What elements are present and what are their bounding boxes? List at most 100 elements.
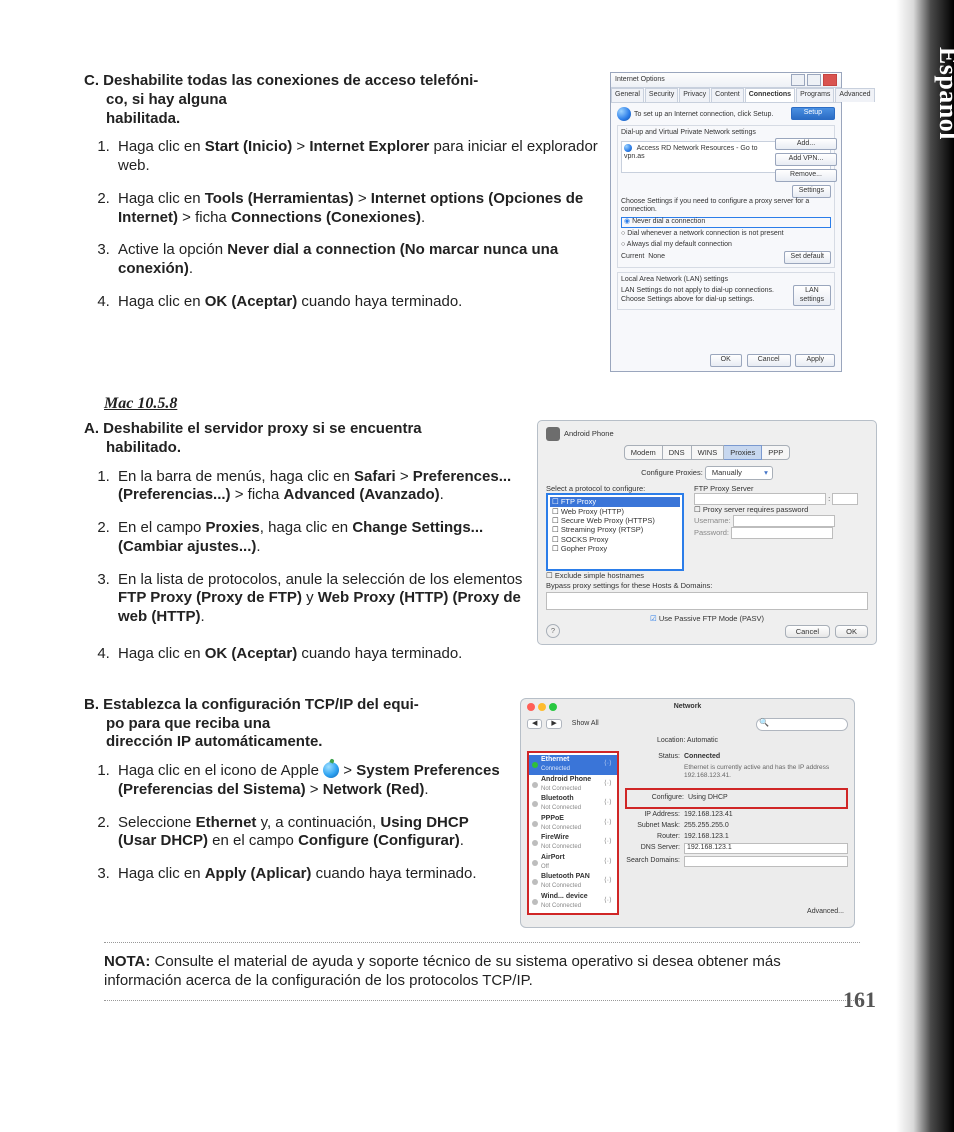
search-domains-input[interactable]	[684, 856, 848, 867]
tab-security[interactable]: Security	[645, 88, 678, 102]
protocol-socks[interactable]: SOCKS Proxy	[550, 535, 680, 544]
protocol-list[interactable]: FTP Proxy Web Proxy (HTTP) Secure Web Pr…	[546, 493, 684, 571]
radio-never-dial[interactable]: Never dial a connection	[621, 217, 831, 228]
ip-value: 192.168.123.41	[684, 811, 733, 820]
radio-always-dial[interactable]: Always dial my default connection	[621, 241, 831, 250]
list-a-item: En el campo Proxies, haga clic en Change…	[114, 519, 523, 557]
tab-content[interactable]: Content	[711, 88, 744, 102]
add-button[interactable]: Add...	[775, 138, 837, 151]
ip-label: IP Address:	[625, 811, 680, 820]
connection-icon	[624, 144, 632, 152]
configure-select[interactable]: Using DHCP	[688, 794, 844, 803]
service-list[interactable]: EthernetConnected⟨·⟩Android PhoneNot Con…	[527, 751, 619, 915]
show-all-button[interactable]: Show All	[566, 720, 605, 729]
status-led-icon	[532, 879, 538, 885]
radio-dial-when[interactable]: Dial whenever a network connection is no…	[621, 230, 831, 239]
protocol-list-label: Select a protocol to configure:	[546, 484, 684, 493]
mac-subheading: Mac 10.5.8	[104, 394, 886, 414]
service-row[interactable]: Bluetooth PANNot Connected⟨·⟩	[529, 872, 617, 892]
protocol-http[interactable]: Web Proxy (HTTP)	[550, 507, 680, 516]
section-a-letter: A.	[84, 420, 99, 437]
tab-connections[interactable]: Connections	[745, 88, 795, 102]
minimize-icon[interactable]	[791, 74, 805, 86]
requires-password-checkbox[interactable]: ☐ Proxy server requires password	[694, 505, 868, 514]
password-input[interactable]	[731, 527, 833, 539]
minimize-icon[interactable]	[538, 703, 546, 711]
service-row[interactable]: EthernetConnected⟨·⟩	[529, 755, 617, 775]
bypass-input[interactable]	[546, 592, 868, 610]
service-type-icon: ⟨·⟩	[604, 877, 614, 887]
protocol-https[interactable]: Secure Web Proxy (HTTPS)	[550, 516, 680, 525]
back-button[interactable]: ◀	[527, 719, 542, 730]
tab-modem[interactable]: Modem	[624, 445, 663, 460]
set-default-button[interactable]: Set default	[784, 251, 831, 264]
list-b: Haga clic en el icono de Apple > System …	[78, 762, 508, 884]
setup-text: To set up an Internet connection, click …	[634, 111, 773, 118]
help-icon[interactable]: ?	[546, 624, 560, 638]
tab-proxies[interactable]: Proxies	[724, 445, 762, 460]
apply-button[interactable]: Apply	[795, 354, 835, 367]
search-input[interactable]	[756, 718, 848, 731]
tab-dns[interactable]: DNS	[663, 445, 692, 460]
location-select[interactable]: Automatic	[687, 737, 718, 744]
setup-button[interactable]: Setup	[791, 107, 835, 120]
close-icon[interactable]	[527, 703, 535, 711]
network-title: Network	[521, 699, 854, 712]
choose-settings-text: Choose Settings if you need to configure…	[621, 198, 831, 216]
cancel-button[interactable]: Cancel	[785, 625, 830, 638]
protocol-rtsp[interactable]: Streaming Proxy (RTSP)	[550, 525, 680, 534]
settings-button[interactable]: Settings	[792, 185, 831, 198]
cancel-button[interactable]: Cancel	[747, 354, 791, 367]
search-domains-label: Search Domains:	[625, 857, 680, 866]
forward-button[interactable]: ▶	[546, 719, 561, 730]
service-row[interactable]: BluetoothNot Connected⟨·⟩	[529, 794, 617, 814]
divider	[104, 942, 860, 943]
tab-privacy[interactable]: Privacy	[679, 88, 710, 102]
service-row[interactable]: AirPortOff⟨·⟩	[529, 853, 617, 873]
tab-programs[interactable]: Programs	[796, 88, 834, 102]
service-type-icon: ⟨·⟩	[604, 819, 614, 829]
list-a-item: En la lista de protocolos, anule la sele…	[114, 571, 523, 627]
tab-ppp[interactable]: PPP	[762, 445, 790, 460]
lan-settings-button[interactable]: LAN settings	[793, 285, 831, 307]
tab-advanced[interactable]: Advanced	[835, 88, 874, 102]
tab-general[interactable]: General	[611, 88, 644, 102]
exclude-simple-checkbox[interactable]: ☐ Exclude simple hostnames	[546, 571, 684, 580]
list-a-item: Haga clic en OK (Aceptar) cuando haya te…	[114, 645, 886, 664]
lan-group-label: Local Area Network (LAN) settings	[621, 276, 831, 285]
apple-icon	[323, 762, 339, 778]
service-row[interactable]: Android PhoneNot Connected⟨·⟩	[529, 775, 617, 795]
ftp-port-input[interactable]	[832, 493, 858, 505]
section-b-letter: B.	[84, 696, 99, 713]
service-row[interactable]: FireWireNot Connected⟨·⟩	[529, 833, 617, 853]
add-vpn-button[interactable]: Add VPN...	[775, 153, 837, 166]
figure-mac-proxies: Android Phone ModemDNSWINSProxiesPPP Con…	[537, 420, 877, 645]
status-led-icon	[532, 899, 538, 905]
service-row[interactable]: Wind... deviceNot Connected⟨·⟩	[529, 892, 617, 912]
ftp-server-input[interactable]	[694, 493, 826, 505]
status-led-icon	[532, 801, 538, 807]
maximize-icon[interactable]	[807, 74, 821, 86]
dns-label: DNS Server:	[625, 844, 680, 853]
section-c-letter: C.	[84, 72, 99, 89]
remove-button[interactable]: Remove...	[775, 169, 837, 182]
status-led-icon	[532, 782, 538, 788]
device-icon	[546, 427, 560, 441]
section-c-heading: C. Deshabilite todas las conexiones de a…	[84, 72, 598, 128]
ok-button[interactable]: OK	[835, 625, 868, 638]
window-controls	[791, 74, 837, 86]
passive-ftp-checkbox[interactable]: Use Passive FTP Mode (PASV)	[546, 614, 868, 623]
ok-button[interactable]: OK	[710, 354, 742, 367]
advanced-button[interactable]: Advanced...	[807, 908, 844, 915]
username-input[interactable]	[733, 515, 835, 527]
note-label: NOTA:	[104, 953, 150, 970]
status-led-icon	[532, 821, 538, 827]
service-row[interactable]: PPPoENot Connected⟨·⟩	[529, 814, 617, 834]
protocol-gopher[interactable]: Gopher Proxy	[550, 544, 680, 553]
dns-input[interactable]: 192.168.123.1	[684, 843, 848, 854]
zoom-icon[interactable]	[549, 703, 557, 711]
configure-proxies-select[interactable]: Manually	[705, 466, 773, 479]
tab-wins[interactable]: WINS	[692, 445, 725, 460]
close-icon[interactable]	[823, 74, 837, 86]
protocol-ftp[interactable]: FTP Proxy	[550, 497, 680, 506]
